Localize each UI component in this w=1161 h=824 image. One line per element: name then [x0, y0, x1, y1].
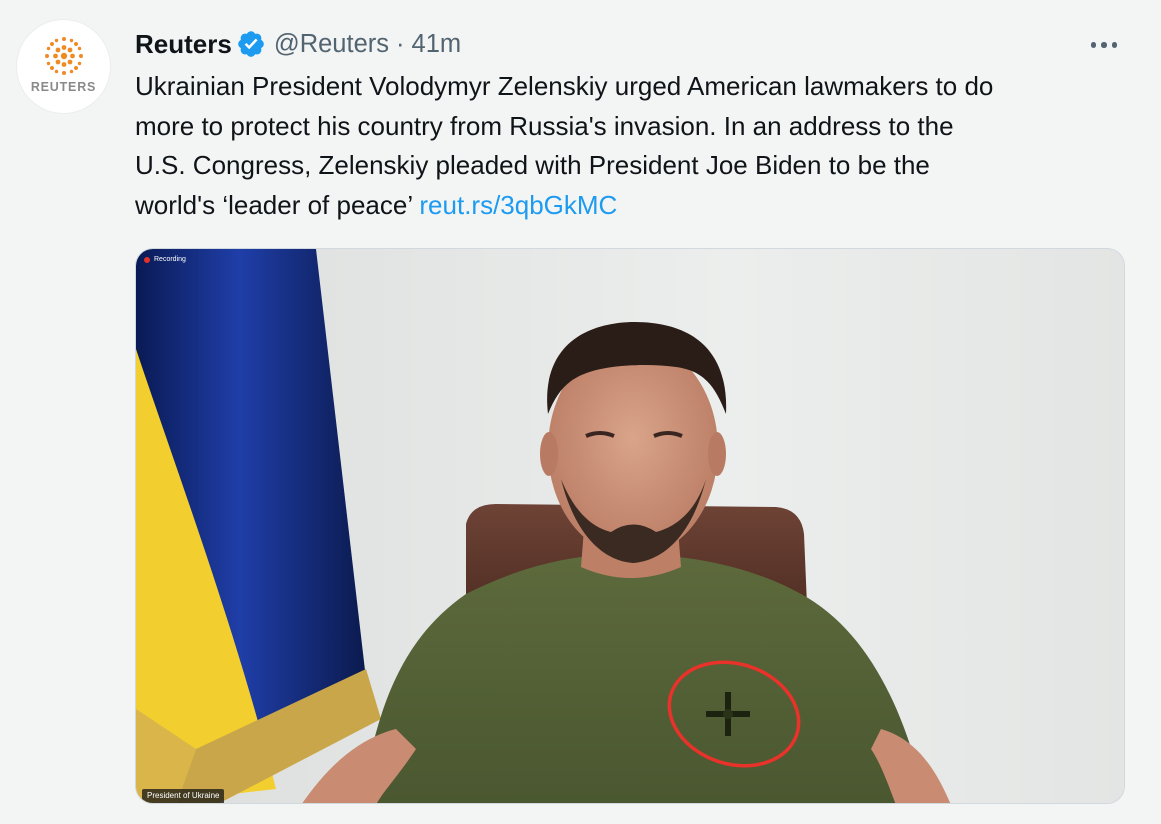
tweet-text-line: world's ‘leader of peace’ reut.rs/3qbGkM… [135, 186, 1135, 226]
tweet-header: Reuters @Reuters · 41m [135, 26, 461, 62]
tweet-media-image[interactable]: Recording President of Ukraine [135, 248, 1125, 804]
reuters-avatar[interactable]: REUTERS [17, 20, 110, 113]
author-name[interactable]: Reuters [135, 29, 232, 60]
tweet-text-line: U.S. Congress, Zelenskiy pleaded with Pr… [135, 150, 930, 180]
tweet-timestamp[interactable]: 41m [412, 30, 462, 59]
zelenskiy-video-frame [136, 249, 1124, 803]
recording-indicator: Recording [144, 256, 186, 263]
recording-label: Recording [154, 256, 186, 263]
more-dot [1101, 42, 1107, 48]
author-handle[interactable]: @Reuters [274, 30, 389, 59]
tweet-text-tail: world's ‘leader of peace’ [135, 189, 413, 220]
tweet-text-line: more to protect his country from Russia'… [135, 110, 954, 141]
tweet[interactable]: REUTERS Reuters @Reuters · 41m Ukrainian… [0, 0, 1161, 824]
verified-badge-icon [238, 31, 264, 57]
separator-dot: · [396, 29, 405, 58]
article-link[interactable]: reut.rs/3qbGkMC [419, 190, 617, 220]
reuters-logo-icon [45, 37, 83, 75]
tweet-text-line: Ukrainian President Volodymyr Zelenskiy … [135, 71, 994, 101]
more-options-button[interactable] [1082, 30, 1126, 60]
video-caption-label: President of Ukraine [142, 789, 225, 803]
tweet-text: Ukrainian President Volodymyr Zelenskiy … [135, 67, 1135, 225]
avatar-logo-text: REUTERS [30, 80, 97, 94]
record-dot-icon [144, 256, 150, 263]
more-dot [1090, 42, 1097, 48]
more-dot [1111, 42, 1118, 48]
